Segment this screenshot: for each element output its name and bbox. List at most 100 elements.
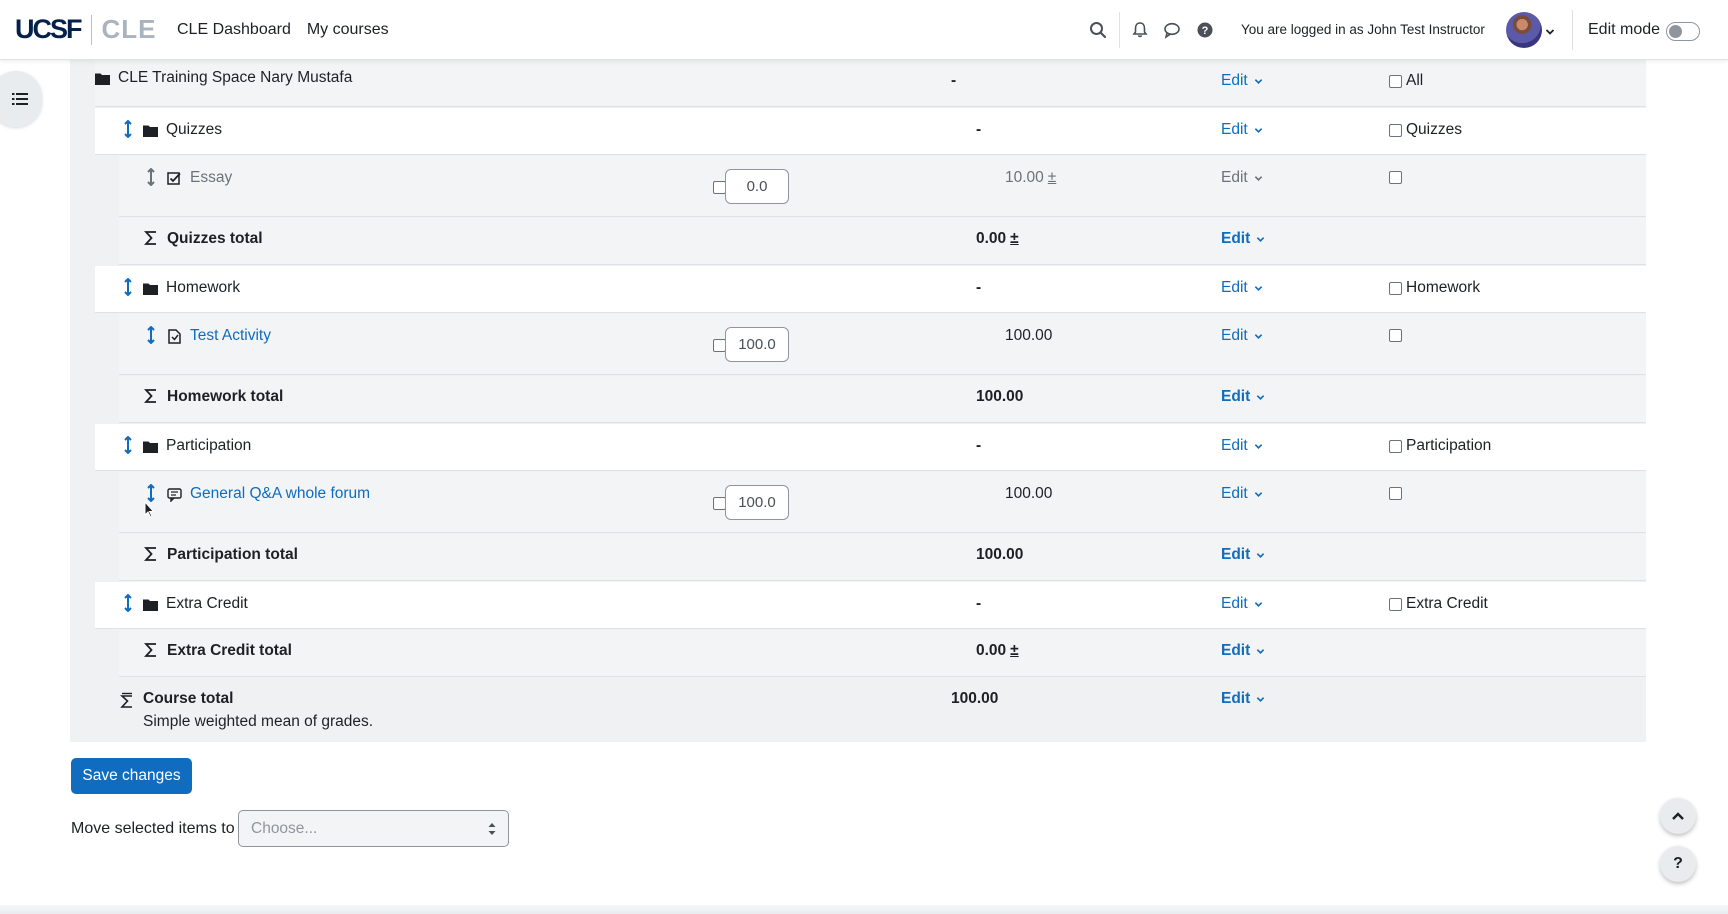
table-row-category-total: Extra Credit total 0.00 ± Edit xyxy=(119,630,1646,677)
edit-menu[interactable]: Edit xyxy=(1221,485,1263,503)
move-arrows-icon[interactable] xyxy=(146,326,156,344)
scroll-to-top-button[interactable] xyxy=(1660,798,1696,834)
move-arrows-icon[interactable] xyxy=(123,120,133,138)
nav-link-my-courses[interactable]: My courses xyxy=(307,21,389,39)
edit-menu[interactable]: Edit xyxy=(1221,230,1265,248)
chevron-down-icon xyxy=(1254,601,1262,607)
category-total-value: - xyxy=(951,72,957,89)
move-arrows-icon[interactable] xyxy=(123,436,133,454)
mouse-cursor-icon xyxy=(144,501,154,518)
checkbox[interactable] xyxy=(1389,123,1402,137)
select-all-checkbox[interactable]: All xyxy=(1389,72,1423,90)
site-logo[interactable]: UCSF CLE xyxy=(15,14,157,45)
checkbox[interactable] xyxy=(1389,597,1402,611)
select-category-checkbox[interactable]: Quizzes xyxy=(1389,121,1462,139)
move-destination-select[interactable]: Choose... xyxy=(238,810,509,847)
grade-item-name: Essay xyxy=(167,169,232,187)
top-navbar: UCSF CLE CLE Dashboard My courses ? You … xyxy=(0,0,1728,60)
table-row-grade-item: Test Activity 100.0 100.00 Edit xyxy=(119,314,1646,375)
move-arrows-icon[interactable] xyxy=(123,594,133,612)
table-row-category-total: Participation total 100.00 Edit xyxy=(119,534,1646,581)
help-button[interactable]: ? xyxy=(1660,846,1696,882)
select-category-checkbox[interactable]: Participation xyxy=(1389,437,1491,455)
edit-menu[interactable]: Edit xyxy=(1221,169,1263,187)
edit-mode-label: Edit mode xyxy=(1588,21,1661,38)
chevron-down-icon xyxy=(1254,78,1262,84)
select-category-checkbox[interactable]: Homework xyxy=(1389,279,1480,297)
category-name: Extra Credit xyxy=(143,595,248,613)
logo-cle: CLE xyxy=(101,14,157,44)
chevron-down-icon xyxy=(1254,285,1262,291)
grade-item-link[interactable]: General Q&A whole forum xyxy=(190,485,370,503)
range-indicator[interactable]: ± xyxy=(1010,642,1019,659)
edit-mode-toggle[interactable] xyxy=(1666,22,1700,41)
table-row-grade-item: General Q&A whole forum 100.0 100.00 Edi… xyxy=(119,472,1646,533)
table-row-category: Participation - Edit Participation xyxy=(95,424,1646,471)
user-avatar[interactable] xyxy=(1506,12,1542,48)
range-indicator[interactable]: ± xyxy=(1010,230,1019,247)
assignment-icon xyxy=(168,328,181,344)
list-icon xyxy=(12,93,28,105)
table-row-category: Homework - Edit Homework xyxy=(95,266,1646,313)
table-row-category-total: Quizzes total 0.00 ± Edit xyxy=(119,218,1646,265)
category-total-name xyxy=(144,388,166,404)
notifications-bell-icon[interactable] xyxy=(1130,20,1150,40)
folder-icon xyxy=(143,599,158,611)
select-item-checkbox[interactable] xyxy=(1389,329,1402,342)
move-arrows-icon[interactable] xyxy=(146,168,156,186)
nav-link-dashboard[interactable]: CLE Dashboard xyxy=(177,21,291,39)
aggregation-method: Simple weighted mean of grades. xyxy=(143,713,374,730)
edit-menu[interactable]: Edit xyxy=(1221,72,1263,90)
category-name: Participation xyxy=(143,437,251,455)
sigma-icon xyxy=(144,643,156,657)
select-category-checkbox[interactable]: Extra Credit xyxy=(1389,595,1488,613)
edit-menu[interactable]: Edit xyxy=(1221,595,1263,613)
edit-menu[interactable]: Edit xyxy=(1221,121,1263,139)
grade-item-name: General Q&A whole forum xyxy=(167,485,370,503)
category-total-value: 100.00 xyxy=(976,388,1024,405)
checkbox[interactable] xyxy=(1389,439,1402,453)
chevron-down-icon xyxy=(1257,236,1265,242)
course-index-drawer-button[interactable] xyxy=(0,71,42,127)
select-item-checkbox[interactable] xyxy=(1389,487,1402,500)
category-name: Homework xyxy=(143,279,240,297)
chevron-down-icon[interactable] xyxy=(1545,24,1555,35)
category-name: CLE Training Space Nary Mustafa xyxy=(95,69,352,87)
assignment-check-icon xyxy=(167,171,181,185)
nav-divider xyxy=(1572,10,1573,50)
edit-menu[interactable]: Edit xyxy=(1221,642,1265,660)
chevron-down-icon xyxy=(1254,443,1262,449)
range-indicator[interactable]: ± xyxy=(1048,169,1057,186)
edit-menu[interactable]: Edit xyxy=(1221,546,1265,564)
chevron-down-icon xyxy=(1257,552,1265,558)
save-changes-button[interactable]: Save changes xyxy=(71,758,192,794)
messages-chat-icon[interactable] xyxy=(1162,20,1182,40)
search-icon[interactable] xyxy=(1088,20,1108,40)
weight-input[interactable]: 0.0 xyxy=(725,169,789,204)
move-arrows-icon[interactable] xyxy=(146,484,156,502)
select-item-checkbox[interactable] xyxy=(1389,171,1402,184)
edit-menu[interactable]: Edit xyxy=(1221,437,1263,455)
category-total-value: 100.00 xyxy=(976,546,1024,563)
edit-menu[interactable]: Edit xyxy=(1221,279,1263,297)
forum-icon xyxy=(167,487,182,502)
edit-menu[interactable]: Edit xyxy=(1221,690,1265,708)
table-row-category: Quizzes - Edit Quizzes xyxy=(95,108,1646,155)
sigma-icon xyxy=(144,547,156,561)
table-row-course-category: CLE Training Space Nary Mustafa - Edit A… xyxy=(95,60,1646,107)
max-grade-value: 10.00 ± xyxy=(1005,169,1057,186)
move-arrows-icon[interactable] xyxy=(123,278,133,296)
max-grade-value: 100.00 xyxy=(1005,485,1053,502)
help-question-icon: ? xyxy=(1673,855,1683,872)
login-info: You are logged in as John Test Instructo… xyxy=(1241,22,1485,37)
checkbox[interactable] xyxy=(1389,281,1402,295)
grade-item-link[interactable]: Test Activity xyxy=(190,327,271,345)
edit-menu[interactable]: Edit xyxy=(1221,388,1265,406)
chevron-down-icon xyxy=(1254,333,1262,339)
edit-menu[interactable]: Edit xyxy=(1221,327,1263,345)
help-circle-icon[interactable]: ? xyxy=(1195,20,1215,40)
weight-input[interactable]: 100.0 xyxy=(725,485,789,520)
weight-input[interactable]: 100.0 xyxy=(725,327,789,362)
checkbox[interactable] xyxy=(1389,74,1402,88)
category-total-label: Homework total xyxy=(167,388,284,405)
